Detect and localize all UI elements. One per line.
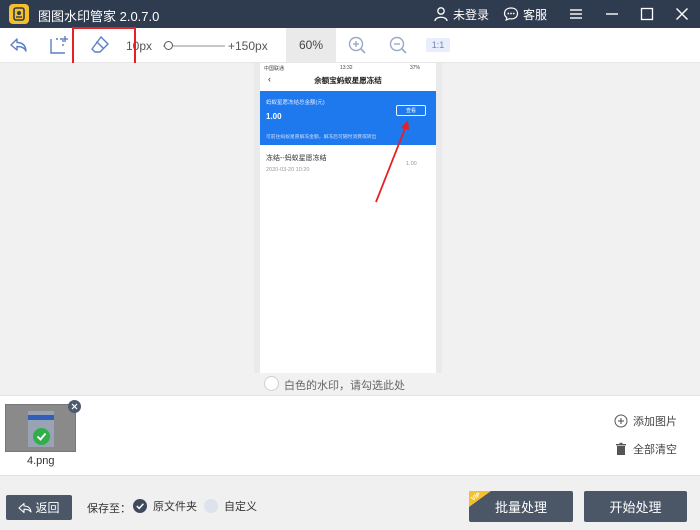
clear-all-label: 全部清空 (633, 444, 677, 456)
phone-nav-title: 余额宝蚂蚁星愿冻结 (314, 76, 382, 85)
card-label: 蚂蚁星愿冻结总金额(元) (266, 100, 325, 106)
radio-unchecked-icon (204, 499, 218, 513)
login-button[interactable]: 未登录 (433, 5, 489, 23)
phone-status-bar: 中国联通 13:32 37% (260, 65, 436, 73)
white-watermark-label: 白色的水印，请勾选此处 (284, 380, 405, 392)
option-original-label: 原文件夹 (153, 501, 197, 513)
select-area-button[interactable] (48, 34, 70, 56)
service-button[interactable]: 客服 (503, 5, 547, 23)
service-label: 客服 (523, 7, 548, 22)
card-note: 可前往蚂蚁星愿解冻金额，解冻后可随时消费或转出 (266, 135, 377, 140)
card-view-button: 查看 (396, 105, 426, 116)
batch-process-button[interactable]: VIP 批量处理 (469, 491, 573, 522)
remove-thumbnail-button[interactable] (68, 400, 81, 413)
maximize-button[interactable] (636, 4, 658, 24)
start-process-button[interactable]: 开始处理 (584, 491, 687, 522)
card-amount: 1.00 (266, 112, 282, 121)
thumbnail-preview-band (28, 415, 54, 420)
back-arrow-icon (18, 502, 33, 513)
vip-badge-icon: VIP (469, 491, 491, 507)
add-circle-icon (614, 414, 628, 428)
start-process-label: 开始处理 (609, 500, 662, 515)
undo-button[interactable] (7, 34, 29, 56)
app-logo-icon (9, 4, 29, 24)
back-label: 返回 (35, 501, 60, 515)
brush-size-max: +150px (228, 39, 268, 53)
close-button[interactable] (671, 4, 693, 24)
login-label: 未登录 (453, 7, 490, 22)
zoom-in-button[interactable] (346, 34, 368, 56)
save-to-label: 保存至： (87, 503, 131, 515)
check-done-icon (33, 428, 50, 445)
back-button[interactable]: 返回 (6, 495, 72, 520)
close-icon (71, 403, 78, 410)
trash-icon (616, 442, 626, 455)
phone-screen: 中国联通 13:32 37% ‹ 余额宝蚂蚁星愿冻结 蚂蚁星愿冻结总金额(元) … (260, 63, 436, 373)
clear-all-button[interactable]: 全部清空 (614, 441, 677, 457)
zoom-in-icon (348, 36, 366, 54)
thumbnail-filename: 4.png (27, 455, 55, 467)
undo-icon (10, 38, 27, 52)
save-custom-option[interactable]: 自定义 (204, 498, 257, 514)
menu-button[interactable] (565, 4, 587, 24)
status-battery: 37% (410, 65, 421, 71)
thumbnail-strip: 4.png 添加图片 全部清空 (0, 395, 700, 475)
title-bar: 图图水印管家 2.0.7.0 未登录 客服 (0, 0, 700, 28)
minimize-icon (606, 13, 618, 15)
red-arrow-annotation (375, 120, 409, 203)
record-title: 冻结--蚂蚁星愿冻结 (266, 155, 327, 162)
actual-size-button[interactable]: 1:1 (426, 38, 450, 52)
radio-checked-icon (133, 499, 147, 513)
close-icon (676, 8, 688, 20)
thumbnail-item[interactable] (5, 404, 76, 452)
preview-image[interactable]: 中国联通 13:32 37% ‹ 余额宝蚂蚁星愿冻结 蚂蚁星愿冻结总金额(元) … (254, 63, 442, 373)
crop-select-icon (50, 36, 68, 54)
white-watermark-checkbox[interactable] (264, 376, 279, 391)
add-image-button[interactable]: 添加图片 (614, 413, 677, 429)
chat-bubble-icon (503, 7, 519, 21)
app-title: 图图水印管家 2.0.7.0 (38, 9, 160, 24)
add-image-label: 添加图片 (633, 416, 677, 428)
status-carrier: 中国联通 (264, 66, 285, 72)
maximize-icon (640, 7, 654, 21)
image-canvas[interactable]: 中国联通 13:32 37% ‹ 余额宝蚂蚁星愿冻结 蚂蚁星愿冻结总金额(元) … (0, 63, 700, 395)
option-custom-label: 自定义 (224, 501, 257, 513)
menu-icon (570, 9, 582, 19)
bottom-bar: 返回 保存至： 原文件夹 自定义 VIP 批量处理 开始处理 (0, 475, 700, 530)
zoom-out-icon (389, 36, 407, 54)
zoom-out-button[interactable] (387, 34, 409, 56)
status-time: 13:32 (340, 65, 353, 71)
user-icon (434, 7, 448, 22)
zoom-level: 60% (286, 28, 336, 62)
record-date: 2020-03-20 10:20 (266, 167, 310, 173)
brush-size-handle[interactable] (164, 41, 174, 50)
minimize-button[interactable] (601, 4, 623, 24)
batch-process-label: 批量处理 (494, 500, 547, 515)
save-original-folder-option[interactable]: 原文件夹 (133, 498, 197, 514)
